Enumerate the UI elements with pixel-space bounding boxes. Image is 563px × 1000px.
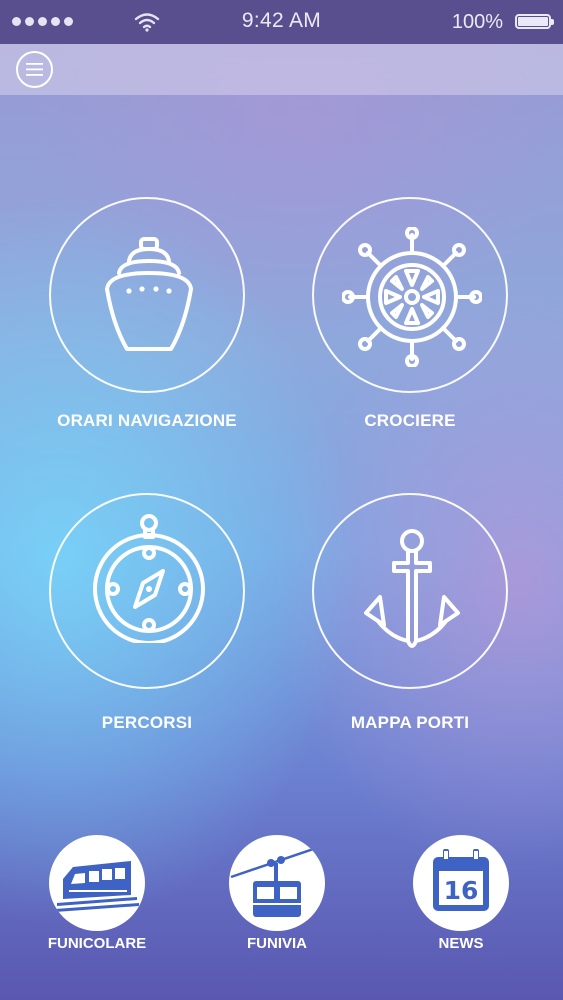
compass-icon <box>93 514 205 643</box>
tile-mappa-porti[interactable]: MAPPA PORTI <box>310 493 510 732</box>
tile-crociere[interactable]: CROCIERE <box>310 197 510 430</box>
tile-label: PERCORSI <box>101 713 193 732</box>
bottom-label: NEWS <box>438 935 484 952</box>
hamburger-menu-icon <box>26 63 43 76</box>
menu-button[interactable] <box>16 51 53 88</box>
calendar-day: 16 <box>444 876 479 905</box>
bottom-label: FUNIVIA <box>247 935 307 952</box>
ship-wheel-icon <box>342 227 482 367</box>
tile-percorsi[interactable]: PERCORSI <box>47 493 247 732</box>
nav-bar <box>0 44 563 95</box>
bottom-funivia[interactable]: FUNIVIA <box>197 835 357 952</box>
bottom-disc <box>49 835 145 931</box>
battery-percentage: 100% <box>451 11 503 33</box>
funicular-icon <box>55 861 139 912</box>
tile-label: CROCIERE <box>364 411 456 430</box>
anchor-icon <box>364 529 460 648</box>
tile-ring <box>312 493 508 689</box>
bottom-funicolare[interactable]: FUNICOLARE <box>17 835 177 952</box>
ship-icon <box>105 237 193 351</box>
bottom-disc: 16 <box>413 835 509 931</box>
battery-icon <box>515 14 554 29</box>
bottom-news[interactable]: 16 NEWS <box>381 835 541 952</box>
cable-car-icon <box>230 843 325 917</box>
tile-ring <box>49 493 245 689</box>
tile-label: MAPPA PORTI <box>350 713 470 732</box>
calendar-icon: 16 <box>433 849 489 911</box>
status-bar: 9:42 AM 100% <box>0 0 563 44</box>
tile-label: ORARI NAVIGAZIONE <box>57 411 237 430</box>
tile-ring <box>49 197 245 393</box>
bottom-label: FUNICOLARE <box>47 935 147 952</box>
tile-orari-navigazione[interactable]: ORARI NAVIGAZIONE <box>47 197 247 430</box>
bottom-disc <box>229 835 325 931</box>
tile-ring <box>312 197 508 393</box>
